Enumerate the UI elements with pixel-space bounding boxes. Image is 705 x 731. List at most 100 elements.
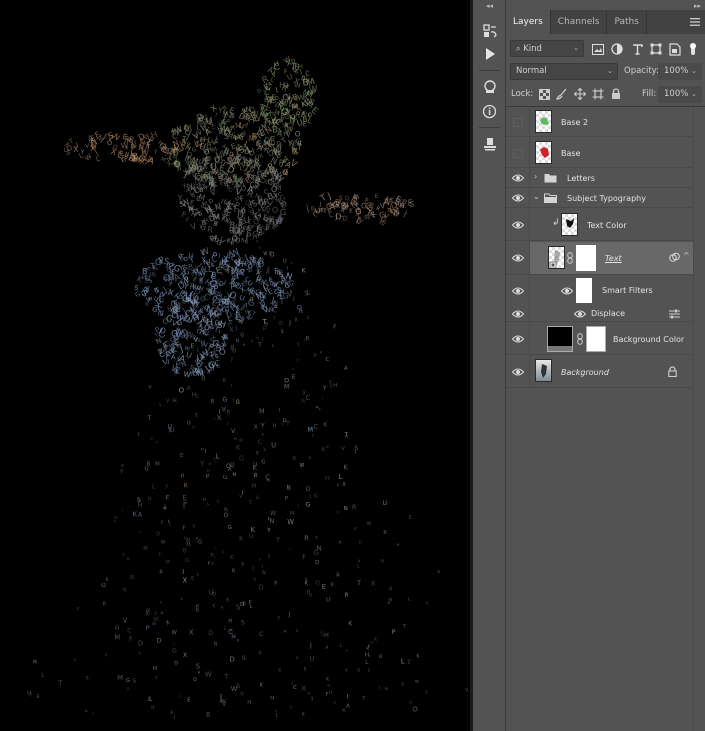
svg-text:V: V: [222, 702, 226, 708]
filter-kind-dropdown[interactable]: ⌕ Kind ⌄: [510, 40, 584, 57]
chevron-up-icon[interactable]: ^: [683, 251, 690, 260]
link-chain-icon[interactable]: [567, 252, 573, 267]
layer-name: Displace: [591, 309, 626, 318]
visibility-toggle-empty[interactable]: [513, 149, 523, 158]
svg-text:U: U: [409, 701, 412, 705]
smart-object-filter-icon[interactable]: [667, 41, 683, 57]
layer-row-letters-group[interactable]: › Letters: [506, 169, 693, 188]
smart-filter-visibility-icon[interactable]: [669, 252, 680, 266]
tab-layers[interactable]: Layers: [506, 10, 551, 34]
eye-icon[interactable]: [574, 309, 586, 319]
layer-mask-thumbnail[interactable]: [576, 245, 596, 271]
svg-text:I: I: [279, 408, 280, 414]
svg-text:F: F: [161, 520, 164, 526]
svg-text:G: G: [334, 700, 337, 704]
eye-icon[interactable]: [561, 286, 573, 296]
svg-text:R: R: [145, 302, 149, 308]
fill-field[interactable]: 100% ⌄: [658, 86, 702, 103]
svg-text:H: H: [228, 618, 232, 624]
layer-row-background[interactable]: Background: [506, 356, 693, 388]
eye-icon[interactable]: [512, 309, 524, 319]
svg-text:O: O: [185, 558, 189, 564]
svg-text:O: O: [174, 661, 178, 667]
smart-filter-mask-thumbnail[interactable]: [576, 278, 592, 303]
svg-text:C: C: [222, 550, 225, 554]
svg-text:C: C: [200, 331, 203, 336]
svg-text:L: L: [240, 166, 243, 172]
eye-icon[interactable]: [512, 286, 524, 296]
eye-icon[interactable]: [512, 367, 524, 377]
adjustment-layer-filter-icon[interactable]: [609, 41, 625, 57]
collapse-arrows-icon[interactable]: ◂◂: [473, 2, 506, 10]
svg-text:M: M: [316, 405, 319, 409]
tab-paths[interactable]: Paths: [607, 10, 647, 34]
layer-thumbnail: [535, 141, 552, 164]
layer-mask-thumbnail[interactable]: [586, 326, 606, 352]
svg-text:S: S: [242, 655, 246, 662]
filter-blending-options-icon[interactable]: [669, 309, 680, 322]
svg-text:M: M: [126, 137, 132, 144]
layer-row-subject-typography-group[interactable]: ⌄ Subject Typography: [506, 189, 693, 208]
type-layer-filter-icon[interactable]: [629, 41, 645, 57]
opacity-field[interactable]: 100% ⌄: [658, 63, 702, 80]
svg-text:A: A: [309, 426, 312, 431]
svg-text:A: A: [345, 434, 349, 440]
layer-row-text-color[interactable]: ↲ Text Color: [506, 209, 693, 241]
clone-source-icon[interactable]: [478, 133, 501, 155]
svg-text:G: G: [389, 586, 392, 591]
lock-artboard-icon[interactable]: [590, 86, 606, 102]
svg-text:R: R: [181, 473, 185, 479]
lock-image-pixels-icon[interactable]: [554, 86, 570, 102]
svg-text:U: U: [160, 299, 165, 305]
svg-text:R: R: [230, 344, 235, 352]
svg-text:G: G: [240, 332, 244, 338]
panel-menu-icon[interactable]: [685, 10, 705, 34]
filter-toggle-icon[interactable]: [687, 41, 699, 57]
shape-layer-filter-icon[interactable]: [648, 41, 664, 57]
collapse-panel-icon[interactable]: ▸▸: [694, 2, 701, 10]
svg-text:S: S: [409, 200, 415, 209]
lock-position-icon[interactable]: [572, 86, 588, 102]
link-chain-icon[interactable]: [577, 333, 583, 348]
3d-object-icon[interactable]: [478, 76, 501, 98]
history-icon[interactable]: [478, 20, 501, 42]
svg-text:W: W: [380, 559, 384, 564]
svg-text:X: X: [189, 629, 194, 637]
svg-text:B: B: [142, 266, 148, 276]
svg-text:M: M: [233, 472, 237, 478]
chevron-down-icon[interactable]: ⌄: [533, 192, 540, 201]
layer-row-text[interactable]: Text ^: [506, 242, 693, 275]
document-canvas[interactable]: BBEEKIOCKFXIAVAUVIOTGHMRTBMYHPUDBFMPCIGI…: [0, 0, 470, 731]
svg-text:R: R: [102, 601, 106, 607]
svg-text:J: J: [137, 431, 139, 437]
svg-text:U: U: [289, 547, 292, 551]
svg-text:I: I: [287, 265, 288, 271]
tab-channels[interactable]: Channels: [551, 10, 608, 34]
pixel-layer-filter-icon[interactable]: [590, 41, 606, 57]
layer-row-displace-filter[interactable]: Displace: [506, 306, 693, 322]
eye-icon[interactable]: [512, 193, 524, 203]
svg-text:S: S: [155, 286, 159, 294]
eye-icon[interactable]: [512, 173, 524, 183]
visibility-toggle-empty[interactable]: [513, 118, 523, 127]
svg-text:H: H: [273, 423, 276, 428]
lock-transparent-pixels-icon[interactable]: [536, 86, 552, 102]
eye-icon[interactable]: [512, 220, 524, 230]
info-icon[interactable]: [478, 100, 501, 122]
eye-icon[interactable]: [512, 253, 524, 263]
layer-row-smart-filters[interactable]: Smart Filters: [506, 276, 693, 306]
layer-row-base-2[interactable]: Base 2: [506, 107, 693, 137]
layers-scrollbar[interactable]: [693, 107, 705, 731]
layer-row-background-color[interactable]: Background Color: [506, 323, 693, 355]
play-actions-icon[interactable]: [478, 43, 501, 65]
svg-text:L: L: [401, 657, 405, 665]
chevron-right-icon[interactable]: ›: [534, 172, 537, 181]
svg-text:A: A: [277, 290, 283, 299]
svg-text:O: O: [235, 267, 239, 273]
eye-icon[interactable]: [512, 334, 524, 344]
layer-row-base[interactable]: Base: [506, 138, 693, 168]
blend-mode-dropdown[interactable]: Normal ⌄: [510, 63, 618, 80]
svg-text:I: I: [183, 501, 185, 509]
lock-all-icon[interactable]: [608, 86, 624, 102]
svg-text:P: P: [285, 496, 289, 502]
